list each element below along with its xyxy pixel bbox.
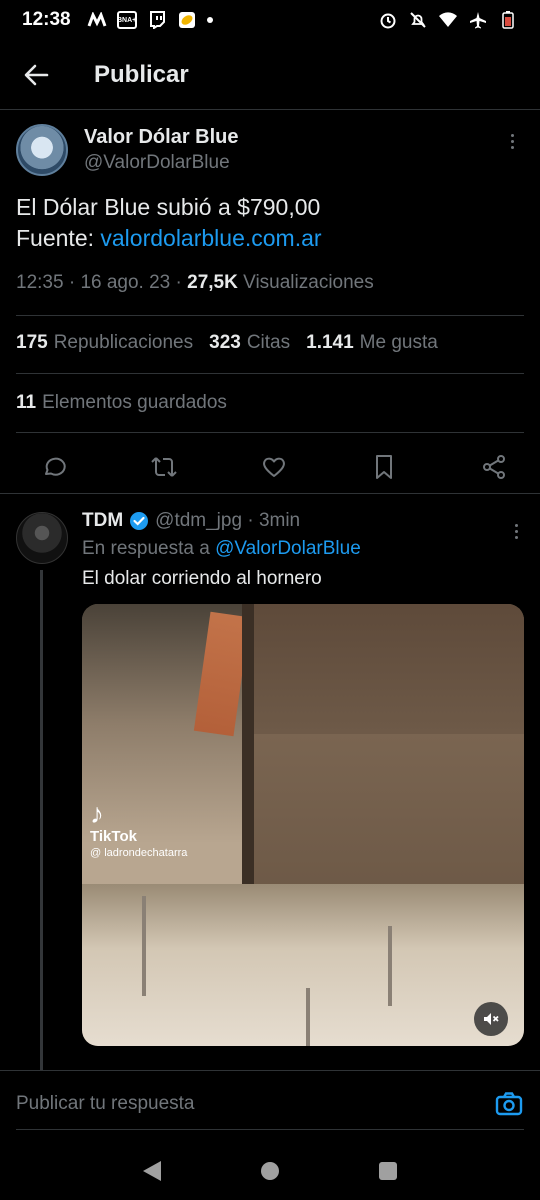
replying-to-handle[interactable]: @ValorDolarBlue bbox=[215, 538, 361, 559]
reply-button[interactable] bbox=[38, 451, 70, 483]
reply-author-name[interactable]: TDM bbox=[82, 510, 123, 532]
reply-icon bbox=[45, 457, 66, 476]
reposts-count: 175 bbox=[16, 332, 48, 353]
input-underline bbox=[16, 1129, 524, 1130]
nav-back-icon[interactable] bbox=[143, 1161, 161, 1181]
airplane-mode-icon bbox=[468, 11, 488, 29]
arrow-left-icon bbox=[24, 64, 49, 85]
system-icons bbox=[378, 11, 518, 29]
views-label[interactable]: Visualizaciones bbox=[243, 272, 374, 293]
back-button[interactable] bbox=[0, 40, 72, 110]
camera-icon[interactable] bbox=[494, 1089, 524, 1119]
tiktok-name: TikTok bbox=[90, 828, 137, 845]
verified-badge-icon bbox=[130, 512, 149, 530]
compose-bar: Publicar tu respuesta bbox=[0, 1070, 540, 1142]
page-title: Publicar bbox=[94, 60, 189, 88]
thread-line bbox=[40, 570, 43, 1070]
mute-button[interactable] bbox=[474, 1002, 508, 1036]
likes-count: 1.141 bbox=[306, 332, 354, 353]
reposts-stat[interactable]: 175 Republicaciones bbox=[16, 332, 193, 354]
status-time: 12:38 bbox=[22, 9, 71, 30]
heart-icon bbox=[263, 457, 285, 477]
share-icon bbox=[483, 454, 505, 479]
bna-app-icon: BNA+ bbox=[116, 11, 137, 29]
video-frame-nail bbox=[142, 896, 146, 996]
bookmarks-label: Elementos guardados bbox=[42, 392, 227, 413]
tweet-text: El Dólar Blue subió a $790,00 Fuente: va… bbox=[16, 192, 322, 254]
system-nav-bar bbox=[0, 1142, 540, 1200]
author-handle[interactable]: @ValorDolarBlue bbox=[84, 150, 239, 176]
reposts-label: Republicaciones bbox=[53, 332, 194, 353]
video-frame-nail bbox=[388, 926, 392, 1006]
divider bbox=[16, 315, 524, 316]
alarm-icon bbox=[378, 11, 398, 29]
bookmarks-stat[interactable]: 11 Elementos guardados bbox=[16, 392, 227, 414]
bookmarks-count: 11 bbox=[16, 392, 37, 413]
replying-to-prefix: En respuesta a bbox=[82, 538, 216, 559]
quotes-label: Citas bbox=[246, 332, 291, 353]
bookmark-icon bbox=[376, 454, 392, 479]
more-dots-icon bbox=[510, 134, 514, 137]
tweet-stats: 175 Republicaciones 323 Citas 1.141 Me gust… bbox=[16, 332, 438, 354]
tiktok-user: @ ladrondechatarra bbox=[90, 847, 188, 859]
more-options-button[interactable] bbox=[500, 134, 524, 149]
tweet-actions bbox=[0, 440, 540, 494]
tweet-text-line1: El Dólar Blue subió a $790,00 bbox=[16, 194, 321, 220]
quotes-count: 323 bbox=[209, 332, 241, 353]
bookmark-button[interactable] bbox=[368, 451, 400, 483]
tweet-meta: 12:35 · 16 ago. 23 · 27,5K Visualizacion… bbox=[16, 272, 374, 293]
source-prefix: Fuente: bbox=[16, 225, 101, 251]
video-frame-nail bbox=[306, 988, 310, 1046]
author-avatar[interactable] bbox=[16, 124, 68, 176]
share-button[interactable] bbox=[478, 451, 510, 483]
tiktok-watermark: ♪ TikTok @ ladrondechatarra bbox=[90, 800, 187, 860]
more-notifications-dot bbox=[206, 17, 213, 23]
wifi-icon bbox=[438, 11, 458, 29]
likes-stat[interactable]: 1.141 Me gusta bbox=[306, 332, 438, 354]
reply-avatar[interactable] bbox=[16, 512, 68, 564]
repost-icon bbox=[151, 456, 177, 477]
reply-more-options-button[interactable] bbox=[504, 524, 528, 539]
more-dots-icon bbox=[514, 524, 518, 527]
reply-input[interactable]: Publicar tu respuesta bbox=[16, 1093, 195, 1115]
battery-icon bbox=[498, 11, 518, 29]
notification-icons: BNA+ bbox=[87, 11, 213, 29]
reply-text: El dolar corriendo al hornero bbox=[82, 568, 322, 589]
do-not-disturb-off-icon bbox=[408, 11, 428, 29]
status-bar: 12:38 BNA+ bbox=[0, 0, 540, 40]
rappi-icon bbox=[177, 11, 197, 29]
like-button[interactable] bbox=[258, 451, 290, 483]
quotes-stat[interactable]: 323 Citas bbox=[209, 332, 290, 354]
app-header: Publicar bbox=[0, 40, 540, 110]
divider bbox=[16, 432, 524, 433]
reply-video[interactable]: ♪ TikTok @ ladrondechatarra bbox=[82, 604, 524, 1046]
video-frame-box-top bbox=[250, 604, 524, 734]
author-name[interactable]: Valor Dólar Blue bbox=[84, 124, 239, 150]
nav-recents-icon[interactable] bbox=[379, 1162, 397, 1180]
tweet-time: 12:35 bbox=[16, 272, 64, 293]
replying-to: En respuesta a @ValorDolarBlue bbox=[82, 538, 361, 560]
tiktok-logo-icon: ♪ bbox=[90, 798, 104, 829]
reply-time: 3min bbox=[258, 510, 301, 531]
divider bbox=[16, 373, 524, 374]
reply-header: TDM @tdm_jpg · 3min bbox=[82, 510, 301, 532]
source-link[interactable]: valordolarblue.com.ar bbox=[100, 225, 321, 251]
repost-button[interactable] bbox=[148, 451, 180, 483]
tweet-text-line2: Fuente: valordolarblue.com.ar bbox=[16, 223, 322, 254]
likes-label: Me gusta bbox=[359, 332, 438, 353]
views-count: 27,5K bbox=[187, 272, 238, 293]
tweet-author: Valor Dólar Blue @ValorDolarBlue bbox=[16, 124, 524, 176]
reply-author-handle[interactable]: @tdm_jpg bbox=[155, 510, 242, 532]
twitch-icon bbox=[147, 11, 167, 29]
tweet-date: 16 ago. 23 bbox=[80, 272, 171, 293]
bna-label: BNA+ bbox=[116, 16, 137, 24]
nav-home-icon[interactable] bbox=[261, 1162, 279, 1180]
movistar-icon bbox=[87, 11, 107, 29]
reply-tweet[interactable]: TDM @tdm_jpg · 3min En respuesta a @Valo… bbox=[0, 506, 540, 1070]
video-frame-floor bbox=[82, 884, 524, 1046]
volume-muted-icon bbox=[484, 1013, 499, 1025]
